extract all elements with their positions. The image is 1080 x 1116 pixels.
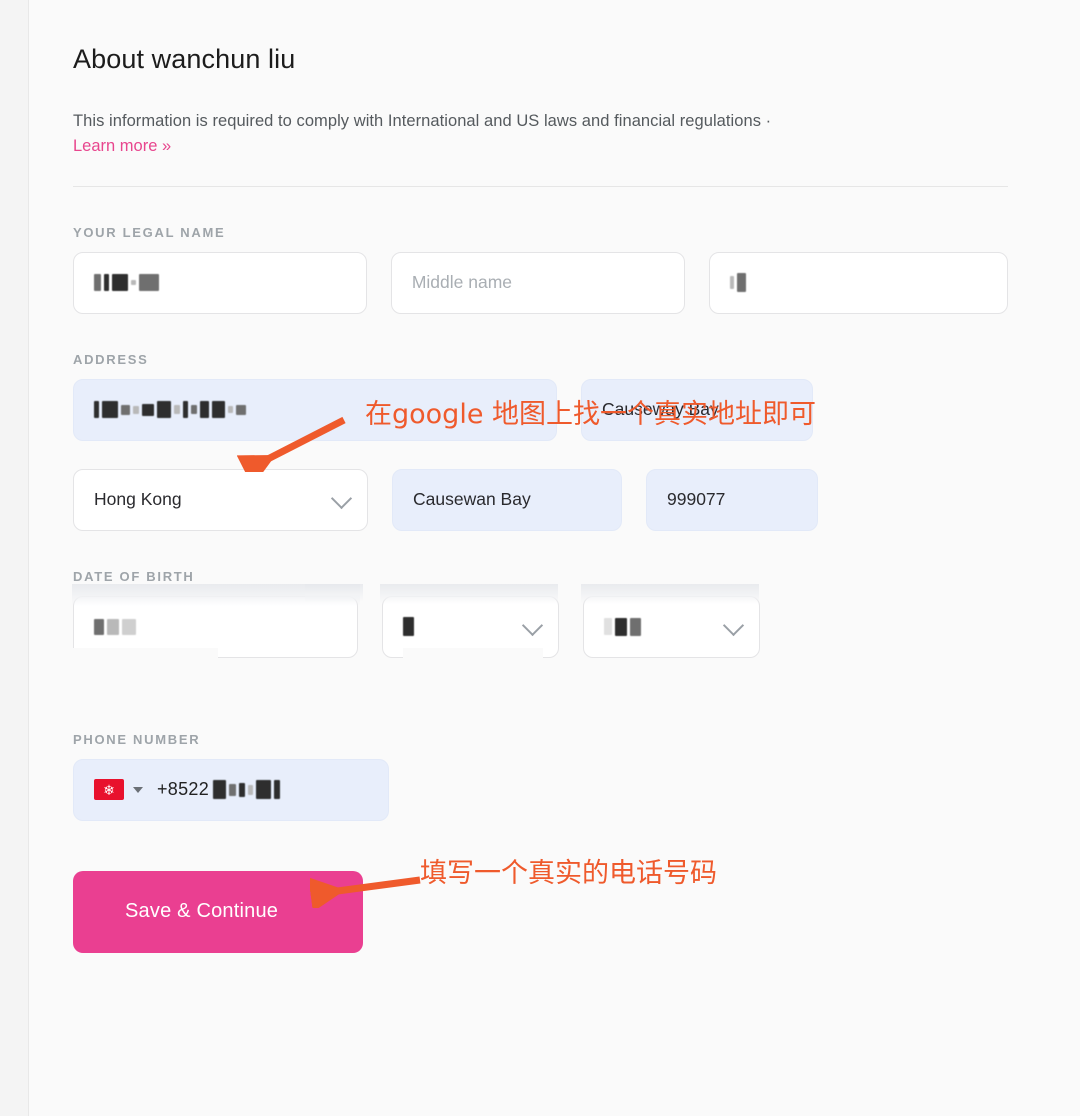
chevron-down-icon: [521, 614, 544, 636]
phone-annotation-arrow-icon: [310, 876, 421, 908]
address-label: ADDRESS: [73, 351, 149, 367]
date-of-birth-label: DATE OF BIRTH: [73, 568, 195, 584]
hong-kong-flag-icon: ❄: [94, 779, 124, 801]
header-divider: [73, 185, 1008, 187]
chevron-down-icon: [722, 614, 745, 636]
address-annotation-text: 在google 地图上找一个真实地址即可: [365, 399, 817, 430]
phone-number-value: +8522: [157, 779, 281, 800]
legal-name-label: YOUR LEGAL NAME: [73, 224, 226, 240]
form-description: This information is required to comply w…: [73, 112, 772, 130]
page-title: About wanchun liu: [73, 44, 296, 74]
last-name-input[interactable]: [708, 251, 1008, 314]
country-select[interactable]: Hong Kong: [73, 468, 368, 531]
city-country-row: Hong Kong Causewan Bay 999077: [73, 468, 1008, 531]
city-input[interactable]: Causewan Bay: [392, 468, 622, 531]
address-annotation-arrow-icon: [236, 416, 346, 472]
dob-month-select[interactable]: [382, 595, 559, 658]
phone-annotation-text: 填写一个真实的电话号码: [420, 858, 717, 889]
phone-country-code: +8522: [157, 779, 210, 800]
redacted-street-address: [94, 401, 246, 419]
redacted-first-name: [94, 274, 159, 292]
redacted-phone-digits: [213, 780, 281, 800]
postal-value: 999077: [667, 489, 726, 510]
country-value: Hong Kong: [94, 489, 182, 510]
first-name-input[interactable]: [73, 251, 367, 314]
page-root: About wanchun liu This information is re…: [0, 0, 1080, 1116]
middle-name-input[interactable]: Middle name: [390, 251, 685, 314]
phone-number-input[interactable]: ❄ +8522: [73, 758, 389, 821]
phone-row: ❄ +8522: [73, 758, 1008, 821]
about-form-card: About wanchun liu This information is re…: [28, 0, 1080, 1116]
phone-number-label: PHONE NUMBER: [73, 731, 201, 747]
date-of-birth-row: [72, 583, 1008, 674]
redacted-dob-month: [403, 617, 414, 637]
learn-more-link[interactable]: Learn more »: [73, 137, 171, 156]
dob-day-input[interactable]: [73, 595, 358, 658]
country-code-caret-icon[interactable]: [133, 786, 143, 793]
redacted-dob-year: [604, 617, 641, 636]
postal-code-input[interactable]: 999077: [646, 468, 818, 531]
middle-name-placeholder: Middle name: [411, 272, 513, 293]
redacted-dob-day: [94, 618, 136, 635]
city-value: Causewan Bay: [413, 489, 531, 510]
dob-year-select[interactable]: [583, 595, 760, 658]
redacted-last-name: [729, 273, 746, 293]
legal-name-row: Middle name: [73, 251, 1008, 314]
chevron-down-icon: [330, 487, 353, 509]
